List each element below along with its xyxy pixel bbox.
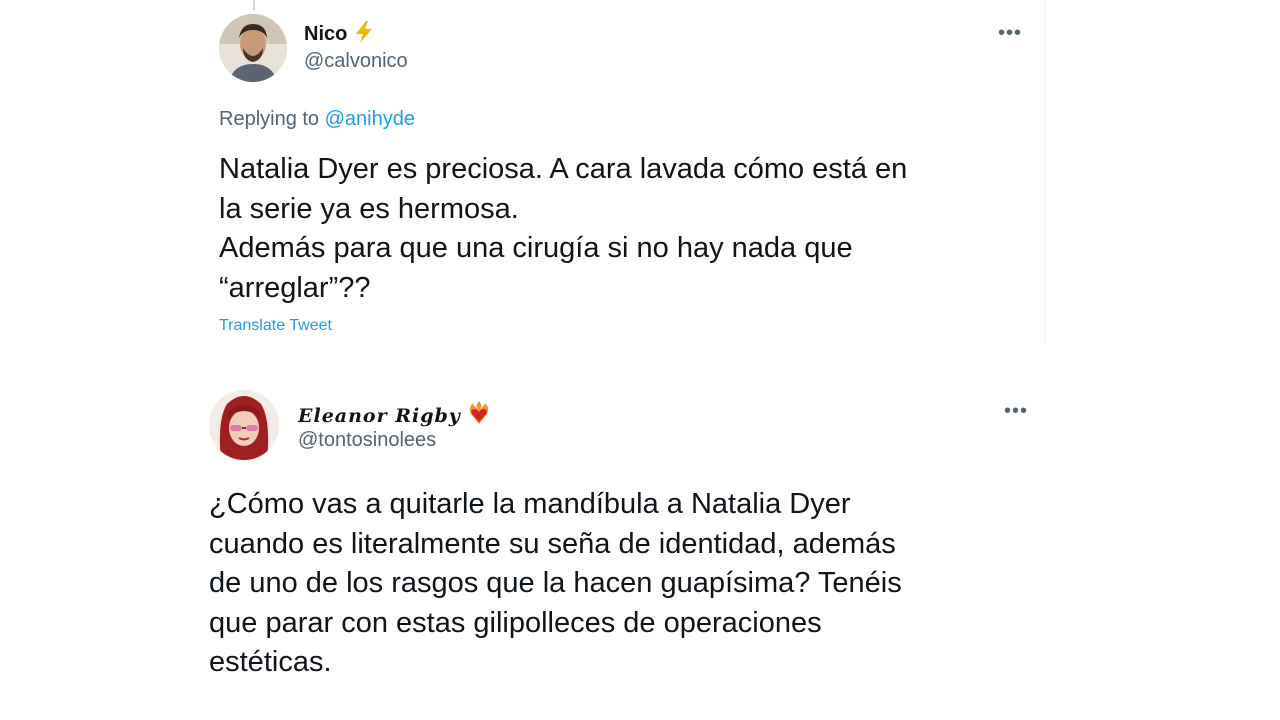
author-name-row: Nico — [304, 20, 375, 49]
avatar[interactable] — [219, 14, 287, 82]
translate-tweet-link[interactable]: Translate Tweet — [219, 317, 332, 335]
replying-handle-link[interactable]: @anihyde — [325, 108, 415, 130]
replying-to: Replying to @anihyde — [219, 108, 415, 131]
author-name-row: Eleanor Rigby — [298, 400, 491, 431]
more-options-icon[interactable]: ••• — [998, 23, 1022, 43]
lightning-bolt-icon — [353, 20, 375, 49]
display-name[interactable]: Nico — [304, 23, 347, 46]
more-options-icon[interactable]: ••• — [1004, 401, 1028, 421]
replying-prefix: Replying to — [219, 108, 320, 130]
display-name[interactable]: Eleanor Rigby — [298, 405, 461, 427]
avatar[interactable] — [209, 390, 279, 460]
tweet-2: Eleanor Rigby @tontosinolees ••• ¿Cómo v… — [0, 380, 1280, 720]
author-handle[interactable]: @calvonico — [304, 50, 408, 73]
tweet-text: ¿Cómo vas a quitarle la mandíbula a Nata… — [209, 488, 902, 678]
tweet-text: Natalia Dyer es preciosa. A cara lavada … — [219, 153, 908, 304]
author-handle[interactable]: @tontosinolees — [298, 429, 436, 452]
tweet-1: Nico @calvonico ••• Replying to @anihyde… — [0, 0, 1280, 345]
avatar-photo — [219, 14, 287, 82]
avatar-illustration — [209, 390, 279, 460]
flaming-heart-icon — [467, 400, 491, 431]
